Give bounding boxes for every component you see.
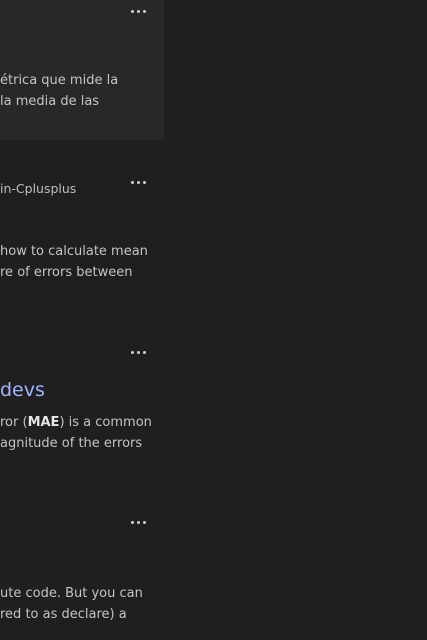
result-snippet: la media de las [0,94,100,109]
result-card-1[interactable]: étrica que mide la la media de las [0,0,164,140]
snippet-text: ror ( [0,415,28,430]
result-snippet: red to as declare) a [0,607,127,622]
result-card-2[interactable]: in-Cplusplus how to calculate mean re of… [0,140,164,310]
more-options-icon[interactable] [128,518,150,528]
result-snippet: how to calculate mean [0,244,148,259]
result-card-3[interactable]: devs ror (MAE) is a common agnitude of t… [0,310,164,480]
result-title-link[interactable]: devs [0,379,45,401]
more-options-icon[interactable] [128,178,150,188]
result-snippet: ror (MAE) is a common [0,412,152,433]
more-options-icon[interactable] [128,7,150,17]
result-snippet: agnitude of the errors [0,436,143,451]
result-snippet: ute code. But you can [0,586,143,601]
snippet-bold-term: MAE [27,415,60,430]
more-options-icon[interactable] [128,348,150,358]
result-url[interactable]: in-Cplusplus [0,181,76,196]
search-results-list: étrica que mide la la media de las in-Cp… [0,0,164,640]
result-snippet: étrica que mide la [0,73,119,88]
snippet-text: ) is a common [59,415,152,430]
result-card-4[interactable]: ute code. But you can red to as declare)… [0,480,164,640]
result-snippet: re of errors between [0,265,133,280]
